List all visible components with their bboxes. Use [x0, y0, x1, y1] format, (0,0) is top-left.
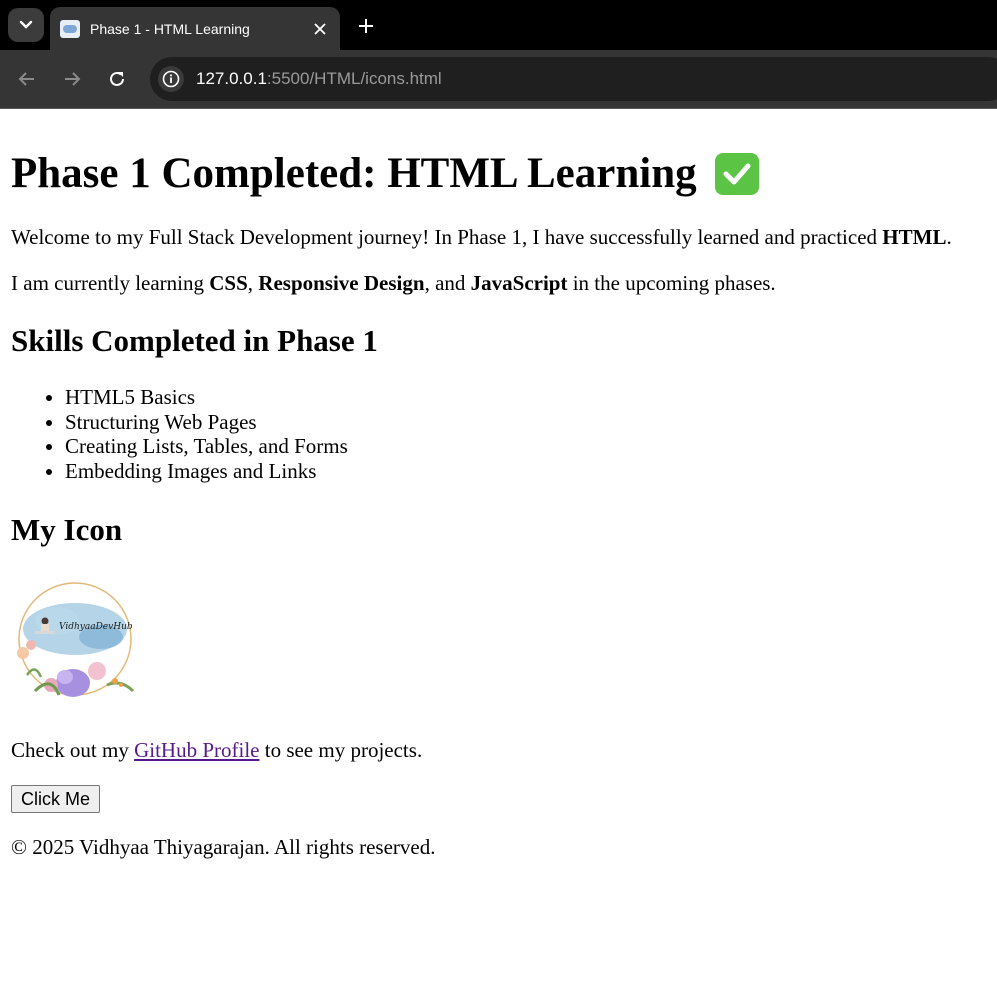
url-path: :5500/HTML/icons.html	[266, 69, 442, 88]
chevron-down-icon	[19, 20, 33, 29]
current-sep1: ,	[247, 271, 259, 295]
click-me-button[interactable]: Click Me	[11, 785, 101, 813]
list-item: HTML5 Basics	[65, 385, 348, 410]
checkmark-icon	[714, 152, 759, 195]
github-paragraph: Check out my GitHub Profile to see my pr…	[11, 738, 422, 763]
current-css: CSS	[209, 271, 248, 295]
intro-text: Welcome to my Full Stack Development jou…	[11, 225, 883, 249]
back-button[interactable]	[12, 64, 42, 94]
site-info-button[interactable]	[158, 66, 184, 92]
tab-close-button[interactable]	[310, 19, 330, 39]
close-icon	[314, 22, 326, 35]
skills-list: HTML5 Basics Structuring Web Pages Creat…	[11, 385, 348, 483]
browser-toolbar: 127.0.0.1:5500/HTML/icons.html	[0, 50, 997, 109]
github-prefix: Check out my	[11, 738, 135, 762]
reload-button[interactable]	[102, 64, 132, 94]
page-title: Phase 1 Completed: HTML Learning	[11, 149, 759, 198]
intro-paragraph: Welcome to my Full Stack Development jou…	[11, 225, 952, 250]
current-prefix: I am currently learning	[11, 271, 210, 295]
current-sep2: , and	[424, 271, 471, 295]
icon-heading: My Icon	[11, 512, 123, 547]
tab-strip: Phase 1 - HTML Learning	[0, 0, 997, 50]
address-bar[interactable]: 127.0.0.1:5500/HTML/icons.html	[150, 57, 997, 101]
current-responsive: Responsive Design	[258, 271, 425, 295]
intro-bold: HTML	[882, 225, 947, 249]
github-suffix: to see my projects.	[259, 738, 423, 762]
tab-title: Phase 1 - HTML Learning	[90, 20, 250, 37]
back-arrow-icon	[18, 72, 34, 86]
skills-heading: Skills Completed in Phase 1	[11, 323, 378, 358]
favicon-icon	[60, 19, 80, 38]
info-icon	[162, 70, 180, 88]
tab-active[interactable]: Phase 1 - HTML Learning	[50, 7, 340, 50]
avatar-text: VidhyaaDevHub	[59, 622, 133, 632]
current-suffix: in the upcoming phases.	[567, 271, 776, 295]
github-profile-link[interactable]: GitHub Profile	[134, 738, 259, 762]
list-item: Embedding Images and Links	[65, 459, 348, 484]
current-js: JavaScript	[470, 271, 568, 295]
url-host: 127.0.0.1	[196, 69, 267, 88]
intro-suffix: .	[946, 225, 952, 249]
url-text: 127.0.0.1:5500/HTML/icons.html	[196, 69, 442, 89]
current-learning-paragraph: I am currently learning CSS, Responsive …	[11, 271, 776, 296]
forward-arrow-icon	[65, 72, 81, 86]
list-item: Structuring Web Pages	[65, 410, 348, 435]
reload-icon	[110, 71, 124, 86]
avatar-image: VidhyaaDevHub	[11, 579, 139, 707]
forward-button[interactable]	[57, 64, 87, 94]
new-tab-button[interactable]	[352, 12, 380, 40]
plus-icon	[359, 19, 373, 33]
tab-search-button[interactable]	[8, 8, 44, 42]
list-item: Creating Lists, Tables, and Forms	[65, 434, 348, 459]
page-title-text: Phase 1 Completed: HTML Learning	[11, 150, 697, 197]
footer-text: © 2025 Vidhyaa Thiyagarajan. All rights …	[11, 835, 436, 859]
